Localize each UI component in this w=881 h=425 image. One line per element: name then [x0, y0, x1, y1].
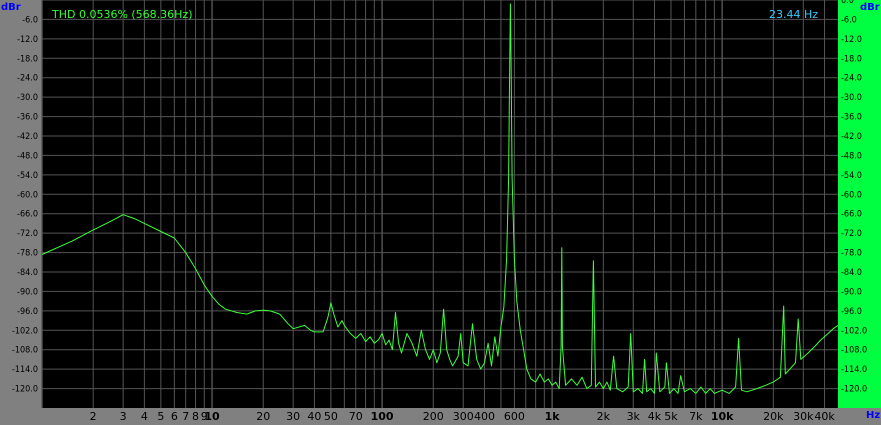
y-tick-label-right: -120.0	[841, 385, 867, 395]
x-tick-label: 10k	[711, 410, 734, 423]
y-tick-label-left: -6.0	[22, 15, 38, 25]
x-tick-label: 5k	[664, 410, 678, 423]
x-axis-title: Hz	[866, 410, 880, 421]
x-tick-label: 200	[423, 410, 444, 423]
plot-area	[42, 0, 838, 408]
x-tick-label: 10	[204, 410, 220, 423]
x-tick-label: 5	[157, 410, 164, 423]
y-tick-label-right: -54.0	[841, 171, 862, 181]
y-tick-label-left: -78.0	[17, 249, 38, 259]
x-tick-label: 50	[324, 410, 338, 423]
y-tick-label-right: -6.0	[841, 15, 857, 25]
x-tick-label: 3	[120, 410, 127, 423]
y-tick-label-right: -30.0	[841, 93, 862, 103]
y-tick-label-right: -102.0	[841, 326, 867, 336]
x-tick-label: 70	[349, 410, 363, 423]
x-tick-label: 20	[256, 410, 270, 423]
y-tick-label-left: -96.0	[17, 307, 38, 317]
x-tick-label: 8	[192, 410, 199, 423]
y-tick-label-left: -66.0	[17, 210, 38, 220]
y-tick-label-left: -24.0	[17, 74, 38, 84]
y-tick-label-left: -102.0	[12, 326, 38, 336]
y-tick-label-right: -84.0	[841, 268, 862, 278]
y-tick-label-left: -42.0	[17, 132, 38, 142]
y-tick-label-left: -54.0	[17, 171, 38, 181]
x-tick-label: 40k	[814, 410, 835, 423]
y-tick-label-right: -36.0	[841, 113, 862, 123]
x-tick-label: 40	[307, 410, 321, 423]
y-axis-title-left: dBr	[1, 2, 21, 13]
y-tick-label-right: -114.0	[841, 365, 867, 375]
x-tick-label: 7k	[689, 410, 703, 423]
y-tick-label-left: -120.0	[12, 385, 38, 395]
y-tick-label-right: -12.0	[841, 35, 862, 45]
y-tick-label-left: -48.0	[17, 151, 38, 161]
x-tick-label: 3k	[627, 410, 641, 423]
spectrum-analyzer-window: -6.0 -12.0 -18.0 -24.0 -30.0 -36.0 -42.0 -48.0 -…	[0, 0, 881, 425]
x-tick-label: 6	[171, 410, 178, 423]
x-tick-label: 2k	[597, 410, 611, 423]
y-tick-label-right: -42.0	[841, 132, 862, 142]
x-tick-label: 2	[90, 410, 97, 423]
x-tick-label: 7	[182, 410, 189, 423]
x-tick-label: 100	[371, 410, 394, 423]
spectrum-plot: -6.0 -12.0 -18.0 -24.0 -30.0 -36.0 -42.0 -48.0 -…	[1, 0, 881, 423]
x-tick-label: 30	[286, 410, 300, 423]
x-tick-label: 400	[474, 410, 495, 423]
y-tick-label-left: -72.0	[17, 229, 38, 239]
y-tick-label-left: -84.0	[17, 268, 38, 278]
y-tick-label-left: -30.0	[17, 93, 38, 103]
x-tick-label: 20k	[763, 410, 784, 423]
y-tick-label-left: -60.0	[17, 190, 38, 200]
x-tick-label: 30k	[793, 410, 814, 423]
y-tick-label-right: 6.0	[841, 0, 854, 6]
x-tick-label: 4	[141, 410, 148, 423]
frequency-readout: 23.44 Hz	[769, 8, 818, 21]
y-axis-left-ticks: -6.0 -12.0 -18.0 -24.0 -30.0 -36.0 -42.0 -48.0 -…	[12, 15, 38, 394]
y-tick-label-left: -36.0	[17, 113, 38, 123]
y-axis-title-right: dBr	[860, 2, 880, 13]
y-tick-label-left: -114.0	[12, 365, 38, 375]
y-tick-label-left: -90.0	[17, 287, 38, 297]
y-tick-label-left: -18.0	[17, 54, 38, 64]
x-tick-label: 600	[504, 410, 525, 423]
y-tick-label-right: -90.0	[841, 287, 862, 297]
x-tick-label: 300	[453, 410, 474, 423]
y-tick-label-right: -72.0	[841, 229, 862, 239]
y-tick-label-right: -66.0	[841, 210, 862, 220]
y-tick-label-left: -108.0	[12, 346, 38, 356]
y-tick-label-right: -78.0	[841, 249, 862, 259]
x-tick-label: 1k	[545, 410, 561, 423]
y-tick-label-right: -96.0	[841, 307, 862, 317]
thd-readout: THD 0.0536% (568.36Hz)	[51, 8, 193, 21]
y-tick-label-right: -60.0	[841, 190, 862, 200]
y-tick-label-left: -12.0	[17, 35, 38, 45]
y-tick-label-right: -24.0	[841, 74, 862, 84]
y-tick-label-right: -48.0	[841, 151, 862, 161]
y-tick-label-right: -108.0	[841, 346, 867, 356]
x-tick-label: 4k	[648, 410, 662, 423]
y-tick-label-right: -18.0	[841, 54, 862, 64]
x-axis-ticks: 2 3 4 5 6 7 8 910 20 30 40 50 70 100 200 300 400 600 1k 2k 3…	[90, 410, 836, 423]
